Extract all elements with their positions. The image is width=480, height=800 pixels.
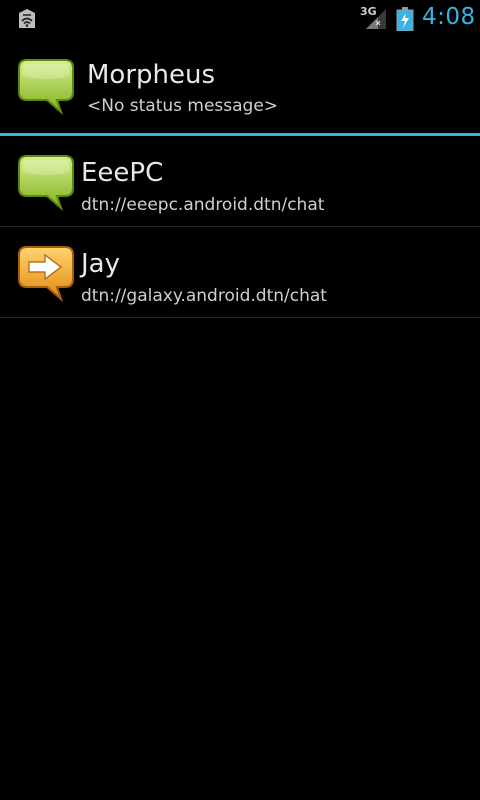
buddy-list: EeePC dtn://eeepc.android.dtn/chat Jay d…	[0, 136, 480, 318]
buddy-address: dtn://galaxy.android.dtn/chat	[81, 286, 327, 306]
profile-name: Morpheus	[87, 60, 216, 90]
network-indicator: 3G	[360, 5, 390, 32]
buddy-address: dtn://eeepc.android.dtn/chat	[81, 195, 325, 215]
profile-header[interactable]: Morpheus <No status message>	[0, 38, 480, 134]
green-chat-bubble-icon	[18, 59, 74, 116]
battery-charging-icon	[396, 7, 414, 31]
green-chat-bubble-icon	[18, 155, 74, 212]
buddy-list-item[interactable]: Jay dtn://galaxy.android.dtn/chat	[0, 227, 480, 318]
orange-arrow-bubble-icon	[18, 246, 74, 303]
buddy-list-item[interactable]: EeePC dtn://eeepc.android.dtn/chat	[0, 136, 480, 227]
clock: 4:08	[422, 4, 476, 30]
signal-icon	[366, 9, 386, 29]
status-bar: 3G 4:08	[0, 0, 480, 38]
dtn-notification-icon	[19, 9, 35, 28]
profile-status-message: <No status message>	[87, 96, 279, 116]
buddy-name: EeePC	[81, 158, 164, 188]
buddy-name: Jay	[81, 249, 120, 279]
